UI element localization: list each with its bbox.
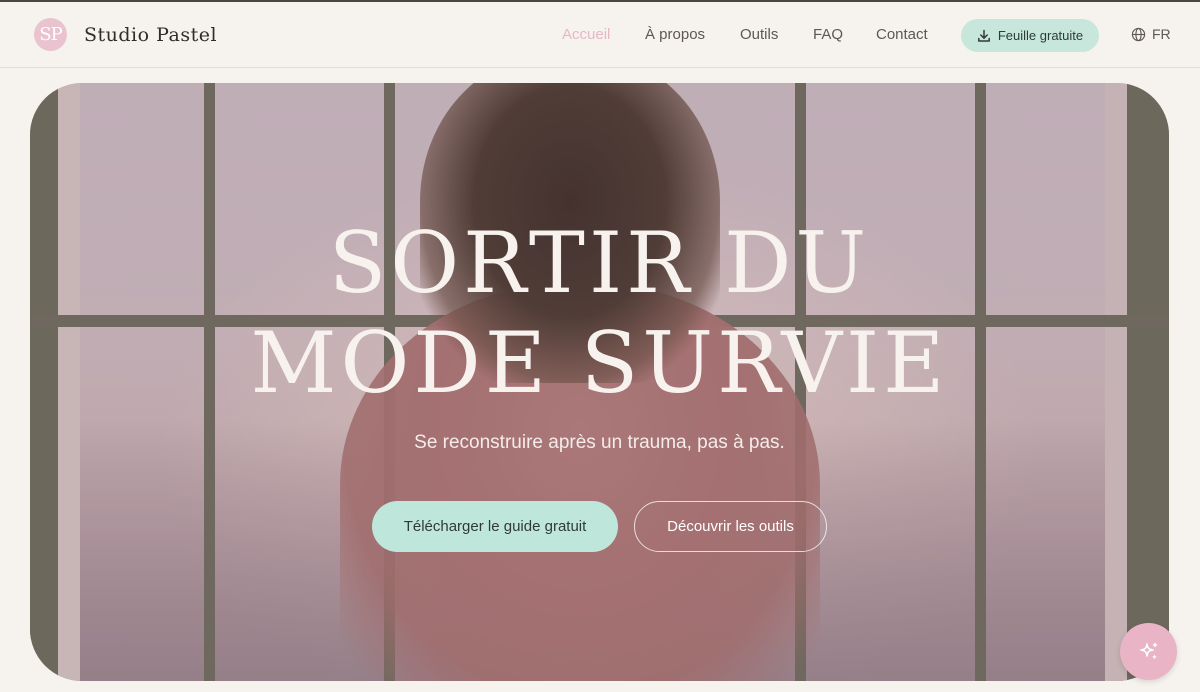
main-nav: Accueil À propos Outils FAQ Contact Feui… <box>0 2 1200 68</box>
sparkles-icon <box>1139 642 1157 660</box>
nav-item-accueil[interactable]: Accueil <box>562 26 610 43</box>
globe-icon <box>1131 27 1146 41</box>
discover-tools-button[interactable]: Découvrir les outils <box>634 501 827 552</box>
nav-item-outils[interactable]: Outils <box>740 26 778 43</box>
hero-section: SORTIR DU MODE SURVIE Se reconstruire ap… <box>30 83 1169 681</box>
download-icon <box>977 29 990 42</box>
hero-title-line1: SORTIR DU <box>328 214 871 312</box>
nav-item-a-propos[interactable]: À propos <box>645 26 705 43</box>
assistant-button[interactable] <box>1120 623 1177 680</box>
site-header: SP Studio Pastel Accueil À propos Outils… <box>0 0 1200 68</box>
nav-item-faq[interactable]: FAQ <box>813 26 843 43</box>
hero-title: SORTIR DU MODE SURVIE <box>30 213 1169 413</box>
hero-title-line2: MODE SURVIE <box>250 314 949 412</box>
hero-subtitle: Se reconstruire après un trauma, pas à p… <box>414 432 785 453</box>
language-label: FR <box>1152 26 1171 42</box>
language-switcher[interactable]: FR <box>1131 26 1171 42</box>
nav-item-contact[interactable]: Contact <box>876 26 928 43</box>
download-guide-button[interactable]: Télécharger le guide gratuit <box>372 501 618 552</box>
free-sheet-label: Feuille gratuite <box>997 28 1084 43</box>
free-sheet-button[interactable]: Feuille gratuite <box>961 19 1099 52</box>
